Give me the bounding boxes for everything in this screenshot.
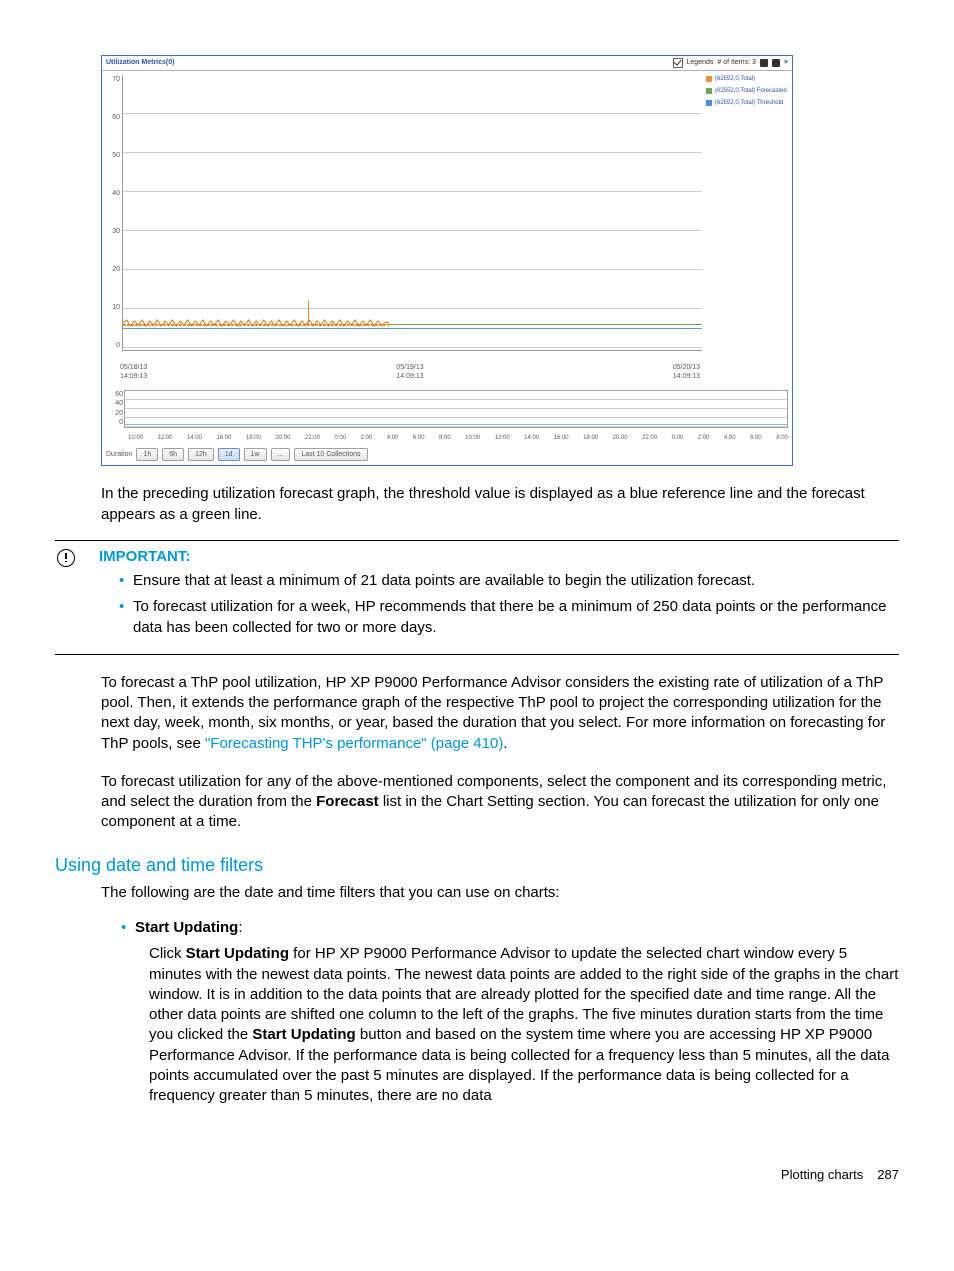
thp-paragraph: To forecast a ThP pool utilization, HP X…	[101, 673, 899, 754]
legend: (62552,0,Total) (62552,0,Total) Forecast…	[702, 75, 788, 361]
chart-title-bar: Utilization Metrics(0) Legends # of Item…	[102, 56, 792, 71]
navigator[interactable]: 6040 200	[124, 390, 788, 428]
important-item: Ensure that at least a minimum of 21 dat…	[119, 571, 899, 591]
forecasting-thp-link[interactable]: "Forecasting THP's performance" (page 41…	[205, 735, 503, 752]
duration-bar: Duration 1h 6h 12h 1d 1w ... Last 10 Col…	[102, 444, 792, 465]
forecast-select-paragraph: To forecast utilization for any of the a…	[101, 772, 899, 833]
section-title: Using date and time filters	[55, 853, 899, 877]
duration-1d[interactable]: 1d	[218, 448, 240, 461]
close-icon[interactable]: ×	[784, 58, 788, 67]
duration-label: Duration	[106, 450, 132, 459]
duration-6h[interactable]: 6h	[162, 448, 184, 461]
duration-12h[interactable]: 12h	[188, 448, 214, 461]
page-footer: Plotting charts287	[55, 1166, 899, 1184]
items-count: # of Items: 3	[717, 58, 756, 67]
duration-more[interactable]: ...	[271, 448, 291, 461]
duration-1w[interactable]: 1w	[244, 448, 267, 461]
start-updating-item: Start Updating: Click Start Updating for…	[121, 918, 899, 1106]
important-icon	[57, 549, 75, 567]
navigator-x-axis: 10:0012:0014:0016:0018:0020:0022:000:002…	[102, 432, 792, 444]
chart-tool-icon[interactable]	[760, 59, 768, 67]
x-axis-labels: 05/18/1314:09:13 05/19/1314:09:13 05/20/…	[102, 361, 700, 388]
actual-noise	[123, 317, 389, 329]
forecast-line	[389, 324, 702, 325]
chart-title: Utilization Metrics(0)	[106, 58, 174, 67]
important-item: To forecast utilization for a week, HP r…	[119, 597, 899, 638]
legends-label: Legends	[687, 58, 714, 67]
y-axis: 7060 5040 3020 100	[106, 75, 122, 350]
filters-intro: The following are the date and time filt…	[101, 883, 899, 903]
utilization-chart-screenshot: Utilization Metrics(0) Legends # of Item…	[101, 55, 793, 466]
important-block: IMPORTANT: Ensure that at least a minimu…	[55, 540, 899, 655]
legends-checkbox[interactable]	[673, 58, 683, 68]
chart-tool-icon[interactable]	[772, 59, 780, 67]
duration-last10[interactable]: Last 10 Collections	[294, 448, 367, 461]
duration-1h[interactable]: 1h	[136, 448, 158, 461]
intro-paragraph: In the preceding utilization forecast gr…	[101, 484, 899, 525]
plot-area	[122, 75, 702, 351]
important-title: IMPORTANT:	[99, 547, 899, 567]
